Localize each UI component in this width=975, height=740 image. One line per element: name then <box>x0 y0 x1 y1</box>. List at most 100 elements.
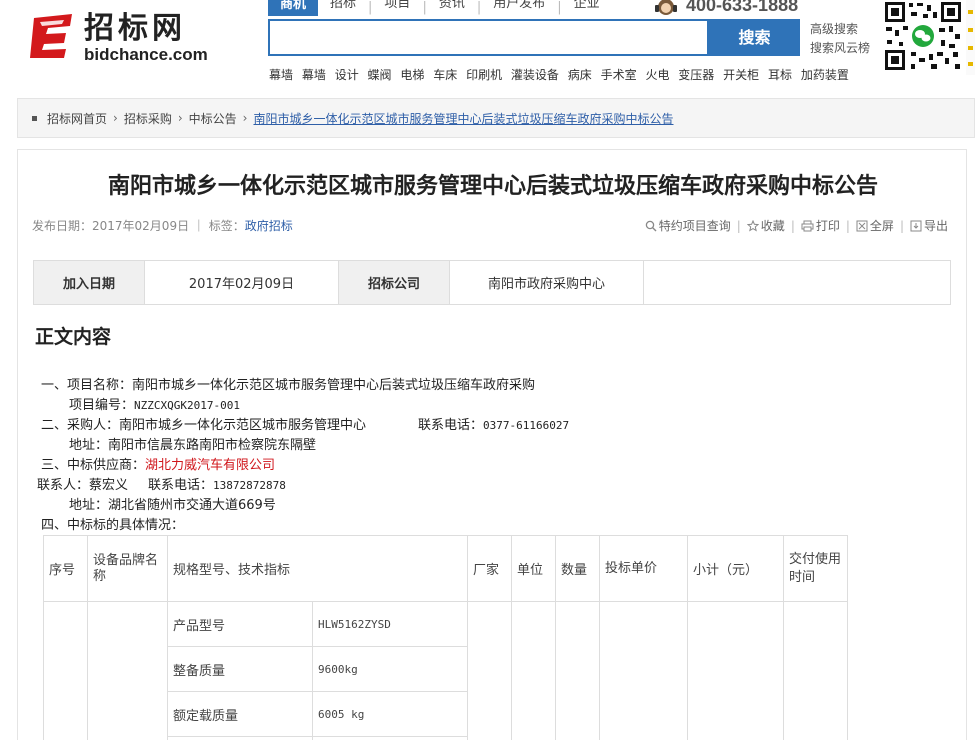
hot-keyword[interactable]: 火电 <box>645 68 669 82</box>
table-row: 产品型号 HLW5162ZYSD <box>43 601 848 740</box>
meta-divider: ｜ <box>192 219 209 233</box>
logo-chinese-text: 招标网 <box>84 11 186 46</box>
logo-e-icon <box>30 14 72 58</box>
customer-service-icon <box>655 0 677 15</box>
supplier-address-line: 地址：湖北省随州市交通大道669号 <box>69 498 276 513</box>
tool-divider: | <box>845 218 850 233</box>
search-button[interactable]: 搜索 <box>709 19 800 56</box>
hot-keyword[interactable]: 电梯 <box>400 68 424 82</box>
cell-unit <box>511 601 556 740</box>
spec-value: HLW5162ZYSD <box>312 601 468 647</box>
article-meta: 发布日期：2017年02月09日 ｜ 标签：政府招标 <box>32 217 293 234</box>
wechat-qr-code-icon <box>883 0 963 72</box>
spec-value: 9600kg <box>312 646 468 692</box>
favorite-button[interactable]: 收藏 <box>746 217 785 234</box>
nav-item-zixun[interactable]: 资讯 <box>427 0 477 11</box>
spec-key: 额定载质量 <box>167 691 313 737</box>
fullscreen-button[interactable]: 全屏 <box>856 217 894 234</box>
cell-brand <box>87 601 168 740</box>
print-button[interactable]: 打印 <box>801 217 840 234</box>
hot-keyword[interactable]: 病床 <box>568 68 592 82</box>
logo-domain-text: bidchance.com <box>84 45 208 64</box>
join-date-label: 加入日期 <box>34 261 145 304</box>
special-query-button[interactable]: 特约项目查询 <box>645 217 731 234</box>
table-header-row: 序号 设备品牌名称 规格型号、技术指标 厂家 单位 数量 投标单价 小计（元） … <box>43 535 848 602</box>
chevron-right-icon: › <box>113 111 118 125</box>
nav-item-xiangmu[interactable]: 项目 <box>372 0 422 11</box>
search-input[interactable] <box>268 19 709 56</box>
hot-keyword[interactable]: 变压器 <box>678 68 714 82</box>
col-no: 序号 <box>43 535 88 602</box>
contact-line: 联系人：蔡宏义 联系电话：13872872878 <box>37 476 569 496</box>
supplier-label: 三、中标供应商： <box>41 458 146 473</box>
hot-keyword[interactable]: 幕墙 <box>302 68 326 82</box>
hot-keyword[interactable]: 印刷机 <box>466 68 502 82</box>
nav-item-shangji[interactable]: 商机 <box>268 0 319 16</box>
nav-item-user-publish[interactable]: 用户发布 <box>481 0 557 11</box>
cell-price <box>599 601 688 740</box>
project-number-label: 项目编号： <box>69 398 135 413</box>
tool-divider: | <box>790 218 795 233</box>
export-button[interactable]: 导出 <box>910 217 948 234</box>
top-nav: 商机 招标 | 项目 | 资讯 | 用户发布 | 企业 <box>268 0 612 16</box>
join-date-value: 2017年02月09日 <box>145 261 339 304</box>
favorite-label: 收藏 <box>760 219 785 233</box>
hot-keyword[interactable]: 加药装置 <box>801 68 849 82</box>
project-number-line: 项目编号：NZZCXQGK2017-001 <box>41 396 569 416</box>
cell-delivery <box>783 601 848 740</box>
hot-keyword[interactable]: 灌装设备 <box>511 68 559 82</box>
hot-keyword[interactable]: 手术室 <box>601 68 637 82</box>
bid-company-value: 南阳市政府采购中心 <box>450 261 644 304</box>
breadcrumb-bullet-icon <box>32 115 37 121</box>
search-icon <box>645 220 657 231</box>
special-query-label: 特约项目查询 <box>658 219 731 233</box>
spec-key-empty <box>167 736 313 740</box>
article-tools: 特约项目查询 | 收藏 | 打印 | 全屏 | 导出 <box>645 217 948 234</box>
purchaser-line: 二、采购人：南阳市城乡一体化示范区城市服务管理中心 联系电话：0377-61166… <box>41 416 569 436</box>
spec-value-empty <box>312 736 468 740</box>
download-icon <box>910 220 922 231</box>
info-table: 加入日期 2017年02月09日 招标公司 南阳市政府采购中心 <box>33 260 951 305</box>
hot-keyword[interactable]: 耳标 <box>768 68 792 82</box>
hot-keyword[interactable]: 设计 <box>335 68 359 82</box>
fullscreen-icon <box>856 220 868 231</box>
hot-keyword[interactable]: 幕墙 <box>269 68 293 82</box>
search-ranking-link[interactable]: 搜索风云榜 <box>810 39 870 58</box>
cell-subtotal <box>687 601 784 740</box>
nav-item-zhaobiao[interactable]: 招标 <box>318 0 368 11</box>
col-maker: 厂家 <box>467 535 512 602</box>
col-subtotal: 小计（元） <box>687 535 784 602</box>
breadcrumb-award-notice[interactable]: 中标公告 <box>189 110 237 127</box>
nav-item-qiye[interactable]: 企业 <box>562 0 612 11</box>
tool-divider: | <box>736 218 741 233</box>
hot-keyword[interactable]: 车床 <box>433 68 457 82</box>
col-price: 投标单价 <box>599 535 688 602</box>
purchaser-address-line: 地址：南阳市信晨东路南阳市检察院东隔壁 <box>69 438 317 453</box>
project-name-line: 一、项目名称：南阳市城乡一体化示范区城市服务管理中心后装式垃圾压缩车政府采购 <box>41 378 536 393</box>
notice-body: 一、项目名称：南阳市城乡一体化示范区城市服务管理中心后装式垃圾压缩车政府采购 项… <box>37 376 569 536</box>
hot-keyword[interactable]: 蝶阀 <box>368 68 392 82</box>
purchaser-text: 二、采购人：南阳市城乡一体化示范区城市服务管理中心 <box>41 418 367 433</box>
advanced-search-link[interactable]: 高级搜索 <box>810 20 870 39</box>
spec-table: 序号 设备品牌名称 规格型号、技术指标 厂家 单位 数量 投标单价 小计（元） … <box>43 535 848 740</box>
tag-link[interactable]: 政府招标 <box>245 219 293 233</box>
breadcrumb-home[interactable]: 招标网首页 <box>47 110 107 127</box>
hot-keyword[interactable]: 开关柜 <box>723 68 759 82</box>
page-title: 南阳市城乡一体化示范区城市服务管理中心后装式垃圾压缩车政府采购中标公告 <box>107 174 878 199</box>
print-label: 打印 <box>815 219 840 233</box>
spec-key: 整备质量 <box>167 646 313 692</box>
contact-person: 联系人：蔡宏义 <box>37 478 129 493</box>
supplier-line: 三、中标供应商：湖北力威汽车有限公司 <box>41 456 569 476</box>
contact-tel: 13872872878 <box>213 479 286 492</box>
bid-company-label: 招标公司 <box>339 261 450 304</box>
site-logo[interactable]: 招标网 bidchance.com <box>26 12 236 64</box>
breadcrumb-procurement[interactable]: 招标采购 <box>124 110 172 127</box>
breadcrumb-current[interactable]: 南阳市城乡一体化示范区城市服务管理中心后装式垃圾压缩车政府采购中标公告 <box>253 110 673 127</box>
purchaser-tel: 0377-61166027 <box>483 419 570 432</box>
cell-no <box>43 601 88 740</box>
spec-key: 产品型号 <box>167 601 313 647</box>
col-unit: 单位 <box>511 535 556 602</box>
printer-icon <box>801 220 814 231</box>
chevron-right-icon: › <box>242 111 248 125</box>
cell-qty <box>555 601 600 740</box>
